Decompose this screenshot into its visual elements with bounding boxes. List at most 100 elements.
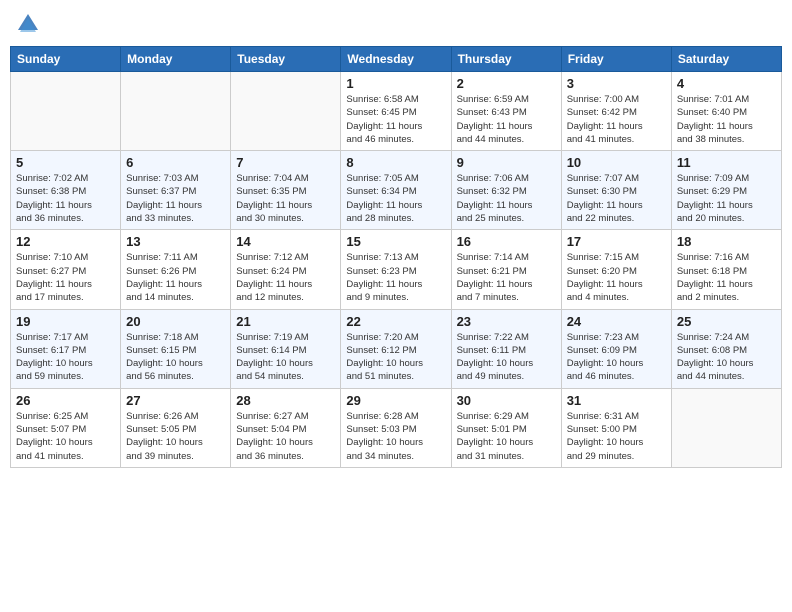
calendar-cell: 17 Sunrise: 7:15 AM Sunset: 6:20 PM Dayli… <box>561 230 671 309</box>
day-info: Sunrise: 6:29 AM Sunset: 5:01 PM Dayligh… <box>457 410 556 463</box>
weekday-header-monday: Monday <box>121 47 231 72</box>
day-info: Sunrise: 7:10 AM Sunset: 6:27 PM Dayligh… <box>16 251 115 304</box>
day-number: 26 <box>16 393 115 408</box>
calendar-cell <box>11 72 121 151</box>
day-info: Sunrise: 7:09 AM Sunset: 6:29 PM Dayligh… <box>677 172 776 225</box>
calendar-cell: 26 Sunrise: 6:25 AM Sunset: 5:07 PM Dayli… <box>11 388 121 467</box>
calendar-cell: 2Sunrise: 6:59 AM Sunset: 6:43 PM Daylig… <box>451 72 561 151</box>
calendar-cell: 5 Sunrise: 7:02 AM Sunset: 6:38 PM Daylig… <box>11 151 121 230</box>
calendar-cell: 25 Sunrise: 7:24 AM Sunset: 6:08 PM Dayli… <box>671 309 781 388</box>
day-info: Sunrise: 7:11 AM Sunset: 6:26 PM Dayligh… <box>126 251 225 304</box>
day-number: 10 <box>567 155 666 170</box>
day-number: 24 <box>567 314 666 329</box>
calendar-cell <box>231 72 341 151</box>
day-number: 27 <box>126 393 225 408</box>
calendar-cell: 11 Sunrise: 7:09 AM Sunset: 6:29 PM Dayli… <box>671 151 781 230</box>
day-info: Sunrise: 7:24 AM Sunset: 6:08 PM Dayligh… <box>677 331 776 384</box>
day-number: 6 <box>126 155 225 170</box>
calendar-cell: 23 Sunrise: 7:22 AM Sunset: 6:11 PM Dayli… <box>451 309 561 388</box>
calendar-week-row: 26 Sunrise: 6:25 AM Sunset: 5:07 PM Dayli… <box>11 388 782 467</box>
weekday-header-wednesday: Wednesday <box>341 47 451 72</box>
day-number: 1 <box>346 76 445 91</box>
day-info: Sunrise: 6:28 AM Sunset: 5:03 PM Dayligh… <box>346 410 445 463</box>
day-number: 16 <box>457 234 556 249</box>
calendar-cell: 13 Sunrise: 7:11 AM Sunset: 6:26 PM Dayli… <box>121 230 231 309</box>
day-info: Sunrise: 7:22 AM Sunset: 6:11 PM Dayligh… <box>457 331 556 384</box>
day-number: 4 <box>677 76 776 91</box>
day-info: Sunrise: 7:04 AM Sunset: 6:35 PM Dayligh… <box>236 172 335 225</box>
day-number: 18 <box>677 234 776 249</box>
calendar-cell: 8 Sunrise: 7:05 AM Sunset: 6:34 PM Daylig… <box>341 151 451 230</box>
calendar-cell: 14 Sunrise: 7:12 AM Sunset: 6:24 PM Dayli… <box>231 230 341 309</box>
day-number: 14 <box>236 234 335 249</box>
day-info: Sunrise: 7:07 AM Sunset: 6:30 PM Dayligh… <box>567 172 666 225</box>
calendar-cell: 28Sunrise: 6:27 AM Sunset: 5:04 PM Dayli… <box>231 388 341 467</box>
day-info: Sunrise: 7:15 AM Sunset: 6:20 PM Dayligh… <box>567 251 666 304</box>
calendar-cell: 22 Sunrise: 7:20 AM Sunset: 6:12 PM Dayli… <box>341 309 451 388</box>
day-number: 29 <box>346 393 445 408</box>
day-number: 25 <box>677 314 776 329</box>
day-info: Sunrise: 6:59 AM Sunset: 6:43 PM Dayligh… <box>457 93 556 146</box>
calendar-cell: 19 Sunrise: 7:17 AM Sunset: 6:17 PM Dayli… <box>11 309 121 388</box>
calendar-cell: 29 Sunrise: 6:28 AM Sunset: 5:03 PM Dayli… <box>341 388 451 467</box>
day-info: Sunrise: 7:03 AM Sunset: 6:37 PM Dayligh… <box>126 172 225 225</box>
day-number: 22 <box>346 314 445 329</box>
day-info: Sunrise: 7:18 AM Sunset: 6:15 PM Dayligh… <box>126 331 225 384</box>
day-info: Sunrise: 6:58 AM Sunset: 6:45 PM Dayligh… <box>346 93 445 146</box>
weekday-header-tuesday: Tuesday <box>231 47 341 72</box>
calendar-cell: 12 Sunrise: 7:10 AM Sunset: 6:27 PM Dayli… <box>11 230 121 309</box>
day-number: 9 <box>457 155 556 170</box>
day-info: Sunrise: 7:01 AM Sunset: 6:40 PM Dayligh… <box>677 93 776 146</box>
calendar-table: SundayMondayTuesdayWednesdayThursdayFrid… <box>10 46 782 468</box>
calendar-cell: 18 Sunrise: 7:16 AM Sunset: 6:18 PM Dayli… <box>671 230 781 309</box>
day-info: Sunrise: 7:17 AM Sunset: 6:17 PM Dayligh… <box>16 331 115 384</box>
day-info: Sunrise: 7:00 AM Sunset: 6:42 PM Dayligh… <box>567 93 666 146</box>
day-info: Sunrise: 7:13 AM Sunset: 6:23 PM Dayligh… <box>346 251 445 304</box>
day-info: Sunrise: 6:31 AM Sunset: 5:00 PM Dayligh… <box>567 410 666 463</box>
day-number: 12 <box>16 234 115 249</box>
day-info: Sunrise: 7:02 AM Sunset: 6:38 PM Dayligh… <box>16 172 115 225</box>
calendar-cell: 7 Sunrise: 7:04 AM Sunset: 6:35 PM Daylig… <box>231 151 341 230</box>
day-info: Sunrise: 7:23 AM Sunset: 6:09 PM Dayligh… <box>567 331 666 384</box>
day-info: Sunrise: 7:12 AM Sunset: 6:24 PM Dayligh… <box>236 251 335 304</box>
day-info: Sunrise: 7:20 AM Sunset: 6:12 PM Dayligh… <box>346 331 445 384</box>
calendar-cell: 4 Sunrise: 7:01 AM Sunset: 6:40 PM Daylig… <box>671 72 781 151</box>
calendar-cell: 30 Sunrise: 6:29 AM Sunset: 5:01 PM Dayli… <box>451 388 561 467</box>
calendar-cell: 27 Sunrise: 6:26 AM Sunset: 5:05 PM Dayli… <box>121 388 231 467</box>
calendar-week-row: 19 Sunrise: 7:17 AM Sunset: 6:17 PM Dayli… <box>11 309 782 388</box>
calendar-cell: 21Sunrise: 7:19 AM Sunset: 6:14 PM Dayli… <box>231 309 341 388</box>
day-info: Sunrise: 7:19 AM Sunset: 6:14 PM Dayligh… <box>236 331 335 384</box>
calendar-cell: 16 Sunrise: 7:14 AM Sunset: 6:21 PM Dayli… <box>451 230 561 309</box>
day-number: 11 <box>677 155 776 170</box>
calendar-cell: 10 Sunrise: 7:07 AM Sunset: 6:30 PM Dayli… <box>561 151 671 230</box>
day-number: 7 <box>236 155 335 170</box>
calendar-cell: 3 Sunrise: 7:00 AM Sunset: 6:42 PM Daylig… <box>561 72 671 151</box>
weekday-header-friday: Friday <box>561 47 671 72</box>
logo-icon <box>14 10 42 38</box>
calendar-cell: 31 Sunrise: 6:31 AM Sunset: 5:00 PM Dayli… <box>561 388 671 467</box>
day-number: 28 <box>236 393 335 408</box>
weekday-header-saturday: Saturday <box>671 47 781 72</box>
day-info: Sunrise: 6:26 AM Sunset: 5:05 PM Dayligh… <box>126 410 225 463</box>
day-number: 3 <box>567 76 666 91</box>
day-info: Sunrise: 7:16 AM Sunset: 6:18 PM Dayligh… <box>677 251 776 304</box>
day-info: Sunrise: 7:14 AM Sunset: 6:21 PM Dayligh… <box>457 251 556 304</box>
day-number: 30 <box>457 393 556 408</box>
day-number: 17 <box>567 234 666 249</box>
calendar-cell <box>671 388 781 467</box>
calendar-cell: 9Sunrise: 7:06 AM Sunset: 6:32 PM Daylig… <box>451 151 561 230</box>
calendar-cell: 15Sunrise: 7:13 AM Sunset: 6:23 PM Dayli… <box>341 230 451 309</box>
day-number: 31 <box>567 393 666 408</box>
day-number: 8 <box>346 155 445 170</box>
day-number: 5 <box>16 155 115 170</box>
day-number: 23 <box>457 314 556 329</box>
weekday-header-row: SundayMondayTuesdayWednesdayThursdayFrid… <box>11 47 782 72</box>
day-number: 13 <box>126 234 225 249</box>
calendar-cell: 1 Sunrise: 6:58 AM Sunset: 6:45 PM Daylig… <box>341 72 451 151</box>
day-number: 20 <box>126 314 225 329</box>
calendar-week-row: 5 Sunrise: 7:02 AM Sunset: 6:38 PM Daylig… <box>11 151 782 230</box>
day-info: Sunrise: 6:25 AM Sunset: 5:07 PM Dayligh… <box>16 410 115 463</box>
calendar-week-row: 12 Sunrise: 7:10 AM Sunset: 6:27 PM Dayli… <box>11 230 782 309</box>
day-info: Sunrise: 7:05 AM Sunset: 6:34 PM Dayligh… <box>346 172 445 225</box>
day-number: 19 <box>16 314 115 329</box>
